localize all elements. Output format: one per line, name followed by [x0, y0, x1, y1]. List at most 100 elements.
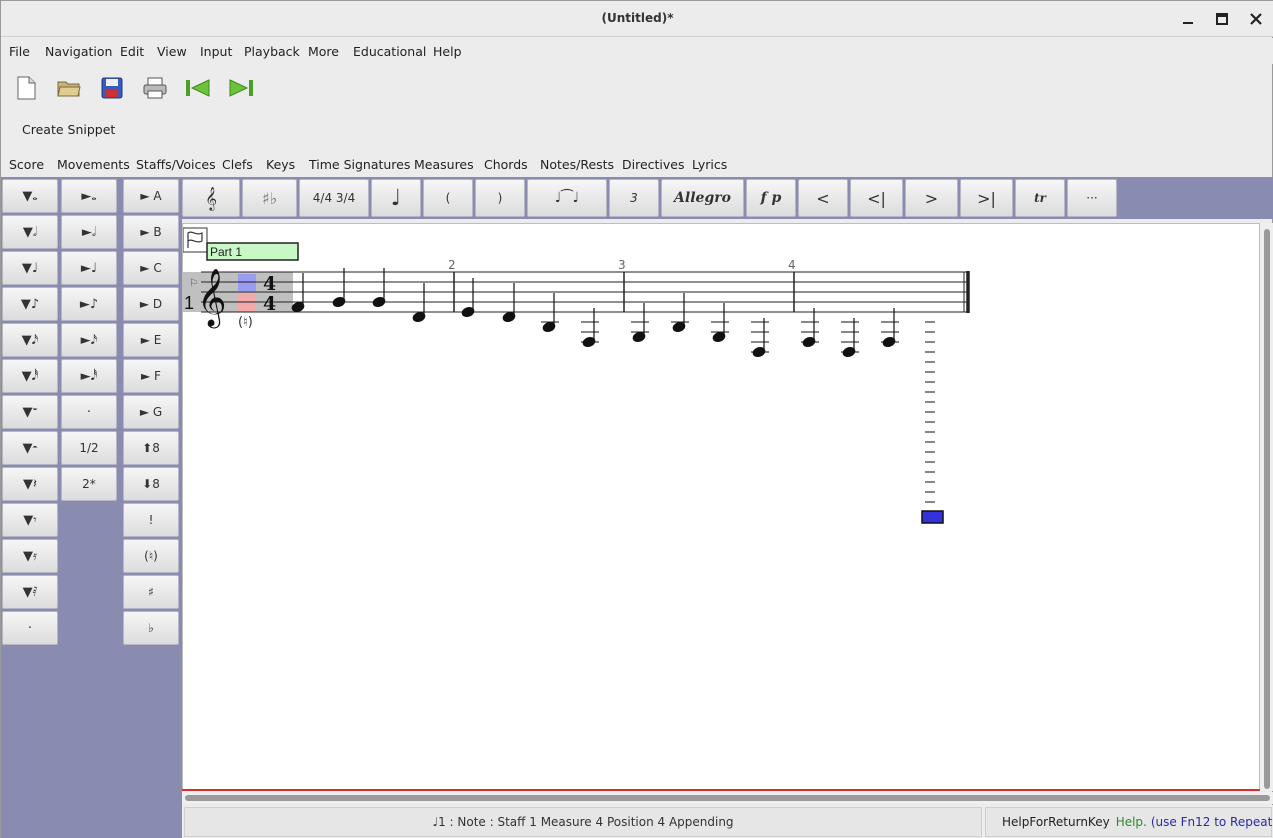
- change-whole-button[interactable]: ►𝅝: [61, 179, 117, 213]
- insert-half-rest-button[interactable]: ▼𝄼: [2, 431, 58, 465]
- menu-playback[interactable]: Playback: [244, 44, 300, 59]
- clef-button[interactable]: 𝄞: [182, 179, 240, 217]
- time-signature-button[interactable]: 4/4 3/4: [299, 179, 369, 217]
- tab-clefs[interactable]: Clefs: [222, 157, 253, 172]
- dynamic-fp-button[interactable]: f p: [746, 179, 796, 217]
- tab-notes-rests[interactable]: Notes/Rests: [540, 157, 614, 172]
- note-f-button[interactable]: ► F: [123, 359, 179, 393]
- sharpen-button[interactable]: ♯: [123, 575, 179, 609]
- toggle-enharmonic-button[interactable]: !: [123, 503, 179, 537]
- note-a-button[interactable]: ► A: [123, 179, 179, 213]
- menu-edit[interactable]: Edit: [120, 44, 144, 59]
- tie-button[interactable]: ♩⁀♩: [527, 179, 607, 217]
- time-sig-top: 4: [263, 273, 276, 295]
- new-file-icon[interactable]: [11, 73, 41, 103]
- octave-up-button[interactable]: ⬆8: [123, 431, 179, 465]
- open-folder-icon[interactable]: [54, 73, 84, 103]
- insert-32nd-note-button[interactable]: ▼𝅘𝅥𝅰: [2, 359, 58, 393]
- duration-palette: ▼𝅝 ▼𝅗𝅥 ▼♩ ▼♪ ▼𝅘𝅥𝅯 ▼𝅘𝅥𝅰 ▼𝄻 ▼𝄼 ▼𝄽 ▼𝄾 ▼𝄿 ▼𝅀…: [1, 177, 182, 838]
- movement-flag-icon[interactable]: [183, 227, 208, 253]
- flatten-button[interactable]: ♭: [123, 611, 179, 645]
- measure-number-2: 2: [448, 258, 456, 272]
- note-c-button[interactable]: ► C: [123, 251, 179, 285]
- cautionary-natural-button[interactable]: (♮): [123, 539, 179, 573]
- octave-down-button[interactable]: ⬇8: [123, 467, 179, 501]
- vertical-scrollbar[interactable]: [1260, 223, 1273, 791]
- tab-time-signatures[interactable]: Time Signatures: [309, 157, 410, 172]
- menu-navigation[interactable]: Navigation: [45, 44, 112, 59]
- insert-eighth-note-button[interactable]: ▼♪: [2, 287, 58, 321]
- insert-quarter-note-button[interactable]: ▼♩: [2, 251, 58, 285]
- menu-educational[interactable]: Educational: [353, 44, 426, 59]
- staff-lines: [201, 271, 969, 313]
- insert-eighth-rest-button[interactable]: ▼𝄾: [2, 503, 58, 537]
- change-quarter-button[interactable]: ►♩: [61, 251, 117, 285]
- trill-button[interactable]: tr: [1015, 179, 1065, 217]
- treble-clef-icon: 𝄞: [197, 268, 227, 329]
- insert-half-note-button[interactable]: ▼𝅗𝅥: [2, 215, 58, 249]
- horizontal-scroll-thumb[interactable]: [185, 795, 1270, 801]
- save-icon[interactable]: [97, 73, 127, 103]
- insert-whole-rest-button[interactable]: ▼𝄻: [2, 395, 58, 429]
- note: [671, 293, 689, 333]
- note-d-button[interactable]: ► D: [123, 287, 179, 321]
- note-b-button[interactable]: ► B: [123, 215, 179, 249]
- menu-input[interactable]: Input: [200, 44, 232, 59]
- go-to-end-icon[interactable]: [226, 73, 256, 103]
- diminuendo-end-button[interactable]: >|: [960, 179, 1013, 217]
- create-snippet-button[interactable]: Create Snippet: [22, 122, 115, 137]
- part-label: Part 1: [210, 245, 242, 259]
- insert-dot-button[interactable]: ·: [2, 611, 58, 645]
- tab-lyrics[interactable]: Lyrics: [692, 157, 727, 172]
- vertical-scroll-thumb[interactable]: [1264, 229, 1270, 789]
- staff-number: 1: [184, 293, 194, 313]
- note: [711, 303, 729, 343]
- score-canvas[interactable]: Part 1 ⚐ 1 𝄞 4 4 (♮) 2 3 4: [182, 223, 1260, 791]
- insert-sixteenth-rest-button[interactable]: ▼𝄿: [2, 539, 58, 573]
- close-icon[interactable]: [1245, 9, 1267, 29]
- change-sixteenth-button[interactable]: ►𝅘𝅥𝅯: [61, 323, 117, 357]
- maximize-icon[interactable]: [1211, 9, 1233, 29]
- note-button[interactable]: ♩: [371, 179, 421, 217]
- tab-movements[interactable]: Movements: [57, 157, 130, 172]
- horizontal-scrollbar[interactable]: [182, 792, 1273, 804]
- minimize-icon[interactable]: [1177, 9, 1199, 29]
- change-half-button[interactable]: ►𝅗𝅥: [61, 215, 117, 249]
- slur-start-button[interactable]: (: [423, 179, 473, 217]
- tab-measures[interactable]: Measures: [414, 157, 474, 172]
- menu-view[interactable]: View: [157, 44, 187, 59]
- print-icon[interactable]: [140, 73, 170, 103]
- help-key-label: HelpForReturnKey: [1002, 815, 1110, 829]
- note-g-button[interactable]: ► G: [123, 395, 179, 429]
- cursor-ledger-lines: [925, 321, 935, 503]
- diminuendo-start-button[interactable]: >: [905, 179, 958, 217]
- note: [412, 283, 426, 323]
- add-dot-button[interactable]: ·: [61, 395, 117, 429]
- change-32nd-button[interactable]: ►𝅘𝅥𝅰: [61, 359, 117, 393]
- crescendo-end-button[interactable]: <|: [850, 179, 903, 217]
- slur-end-button[interactable]: ): [475, 179, 525, 217]
- menu-more[interactable]: More: [308, 44, 339, 59]
- tab-keys[interactable]: Keys: [266, 157, 295, 172]
- insert-32nd-rest-button[interactable]: ▼𝅀: [2, 575, 58, 609]
- tab-score[interactable]: Score: [9, 157, 44, 172]
- change-eighth-button[interactable]: ►♪: [61, 287, 117, 321]
- tab-chords[interactable]: Chords: [484, 157, 528, 172]
- change-duration-column: ►𝅝 ►𝅗𝅥 ►♩ ►♪ ►𝅘𝅥𝅯 ►𝅘𝅥𝅰 · 1/2 2*: [60, 177, 118, 838]
- tuplet-button[interactable]: 3: [609, 179, 659, 217]
- go-to-start-icon[interactable]: [183, 73, 213, 103]
- menu-help[interactable]: Help: [433, 44, 462, 59]
- insert-sixteenth-note-button[interactable]: ▼𝅘𝅥𝅯: [2, 323, 58, 357]
- double-duration-button[interactable]: 2*: [61, 467, 117, 501]
- tempo-allegro-button[interactable]: Allegro: [661, 179, 744, 217]
- insert-quarter-rest-button[interactable]: ▼𝄽: [2, 467, 58, 501]
- tab-staffs-voices[interactable]: Staffs/Voices: [136, 157, 216, 172]
- more-objects-button[interactable]: ···: [1067, 179, 1117, 217]
- tab-directives[interactable]: Directives: [622, 157, 685, 172]
- crescendo-start-button[interactable]: <: [798, 179, 848, 217]
- note-e-button[interactable]: ► E: [123, 323, 179, 357]
- insert-whole-note-button[interactable]: ▼𝅝: [2, 179, 58, 213]
- key-signature-button[interactable]: ♯♭: [242, 179, 297, 217]
- menu-file[interactable]: File: [9, 44, 30, 59]
- halve-duration-button[interactable]: 1/2: [61, 431, 117, 465]
